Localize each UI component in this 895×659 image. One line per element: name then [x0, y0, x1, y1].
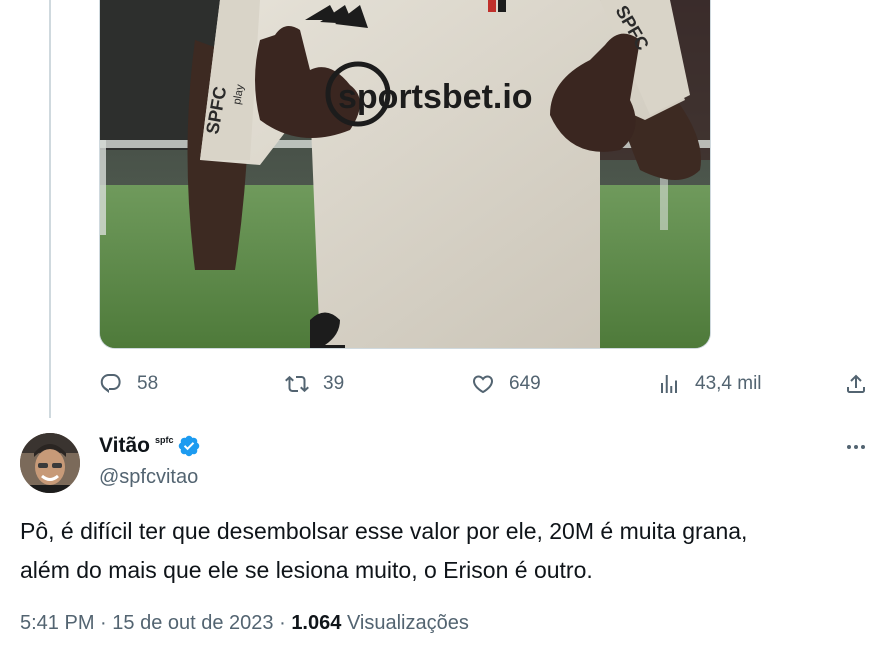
- tweet-text-line-1: Pô, é difícil ter que desembolsar esse v…: [20, 518, 748, 544]
- share-icon: [847, 374, 865, 393]
- like-count: 649: [509, 373, 541, 394]
- meta-separator-1: ·: [94, 612, 113, 634]
- retweet-button[interactable]: 39: [285, 368, 344, 400]
- share-button[interactable]: [844, 368, 868, 400]
- verified-badge-icon[interactable]: [177, 434, 201, 458]
- tweet-date[interactable]: 15 de out de 2023: [112, 612, 273, 634]
- views-count: 43,4 mil: [695, 373, 762, 394]
- retweet-count: 39: [323, 373, 345, 394]
- more-icon: [847, 445, 851, 449]
- views-button[interactable]: 43,4 mil: [657, 368, 762, 400]
- reply-icon: [100, 374, 121, 393]
- avatar[interactable]: [20, 433, 80, 493]
- tweet-thread: sportsbet.io SPFC play SPFC 58 39 649 43…: [0, 0, 895, 659]
- tweet-media-image[interactable]: sportsbet.io SPFC play SPFC: [99, 0, 711, 349]
- author-name-row: Vitão spfc: [99, 434, 201, 458]
- author-handle[interactable]: @spfcvitao: [99, 466, 198, 489]
- more-options-button[interactable]: [842, 436, 870, 458]
- author-name-tag: spfc: [154, 435, 174, 445]
- tweet-text: Pô, é difícil ter que desembolsar esse v…: [20, 512, 880, 590]
- views-chart-icon: [661, 375, 677, 393]
- thread-connector-line: [49, 0, 51, 418]
- avatar-image: [20, 433, 80, 493]
- author-display-name[interactable]: Vitão: [99, 434, 150, 458]
- reply-count: 58: [137, 373, 159, 394]
- tweet-metadata: 5:41 PM · 15 de out de 2023 · 1.064 Visu…: [20, 612, 469, 635]
- shirt-sponsor-text: sportsbet.io: [338, 78, 533, 116]
- like-button[interactable]: 649: [471, 368, 541, 400]
- tweet-action-bar: 58 39 649 43,4 mil: [99, 368, 879, 400]
- tweet-view-count: 1.064: [291, 612, 342, 634]
- reply-button[interactable]: 58: [99, 368, 158, 400]
- meta-separator-2: ·: [273, 612, 292, 634]
- retweet-icon: [285, 375, 309, 393]
- tweet-views-label: Visualizações: [346, 612, 469, 634]
- player-photo: sportsbet.io SPFC play SPFC: [100, 0, 710, 348]
- tweet-time[interactable]: 5:41 PM: [20, 612, 94, 634]
- tweet-text-line-2: além do mais que ele se lesiona muito, o…: [20, 557, 593, 583]
- heart-icon: [472, 375, 494, 394]
